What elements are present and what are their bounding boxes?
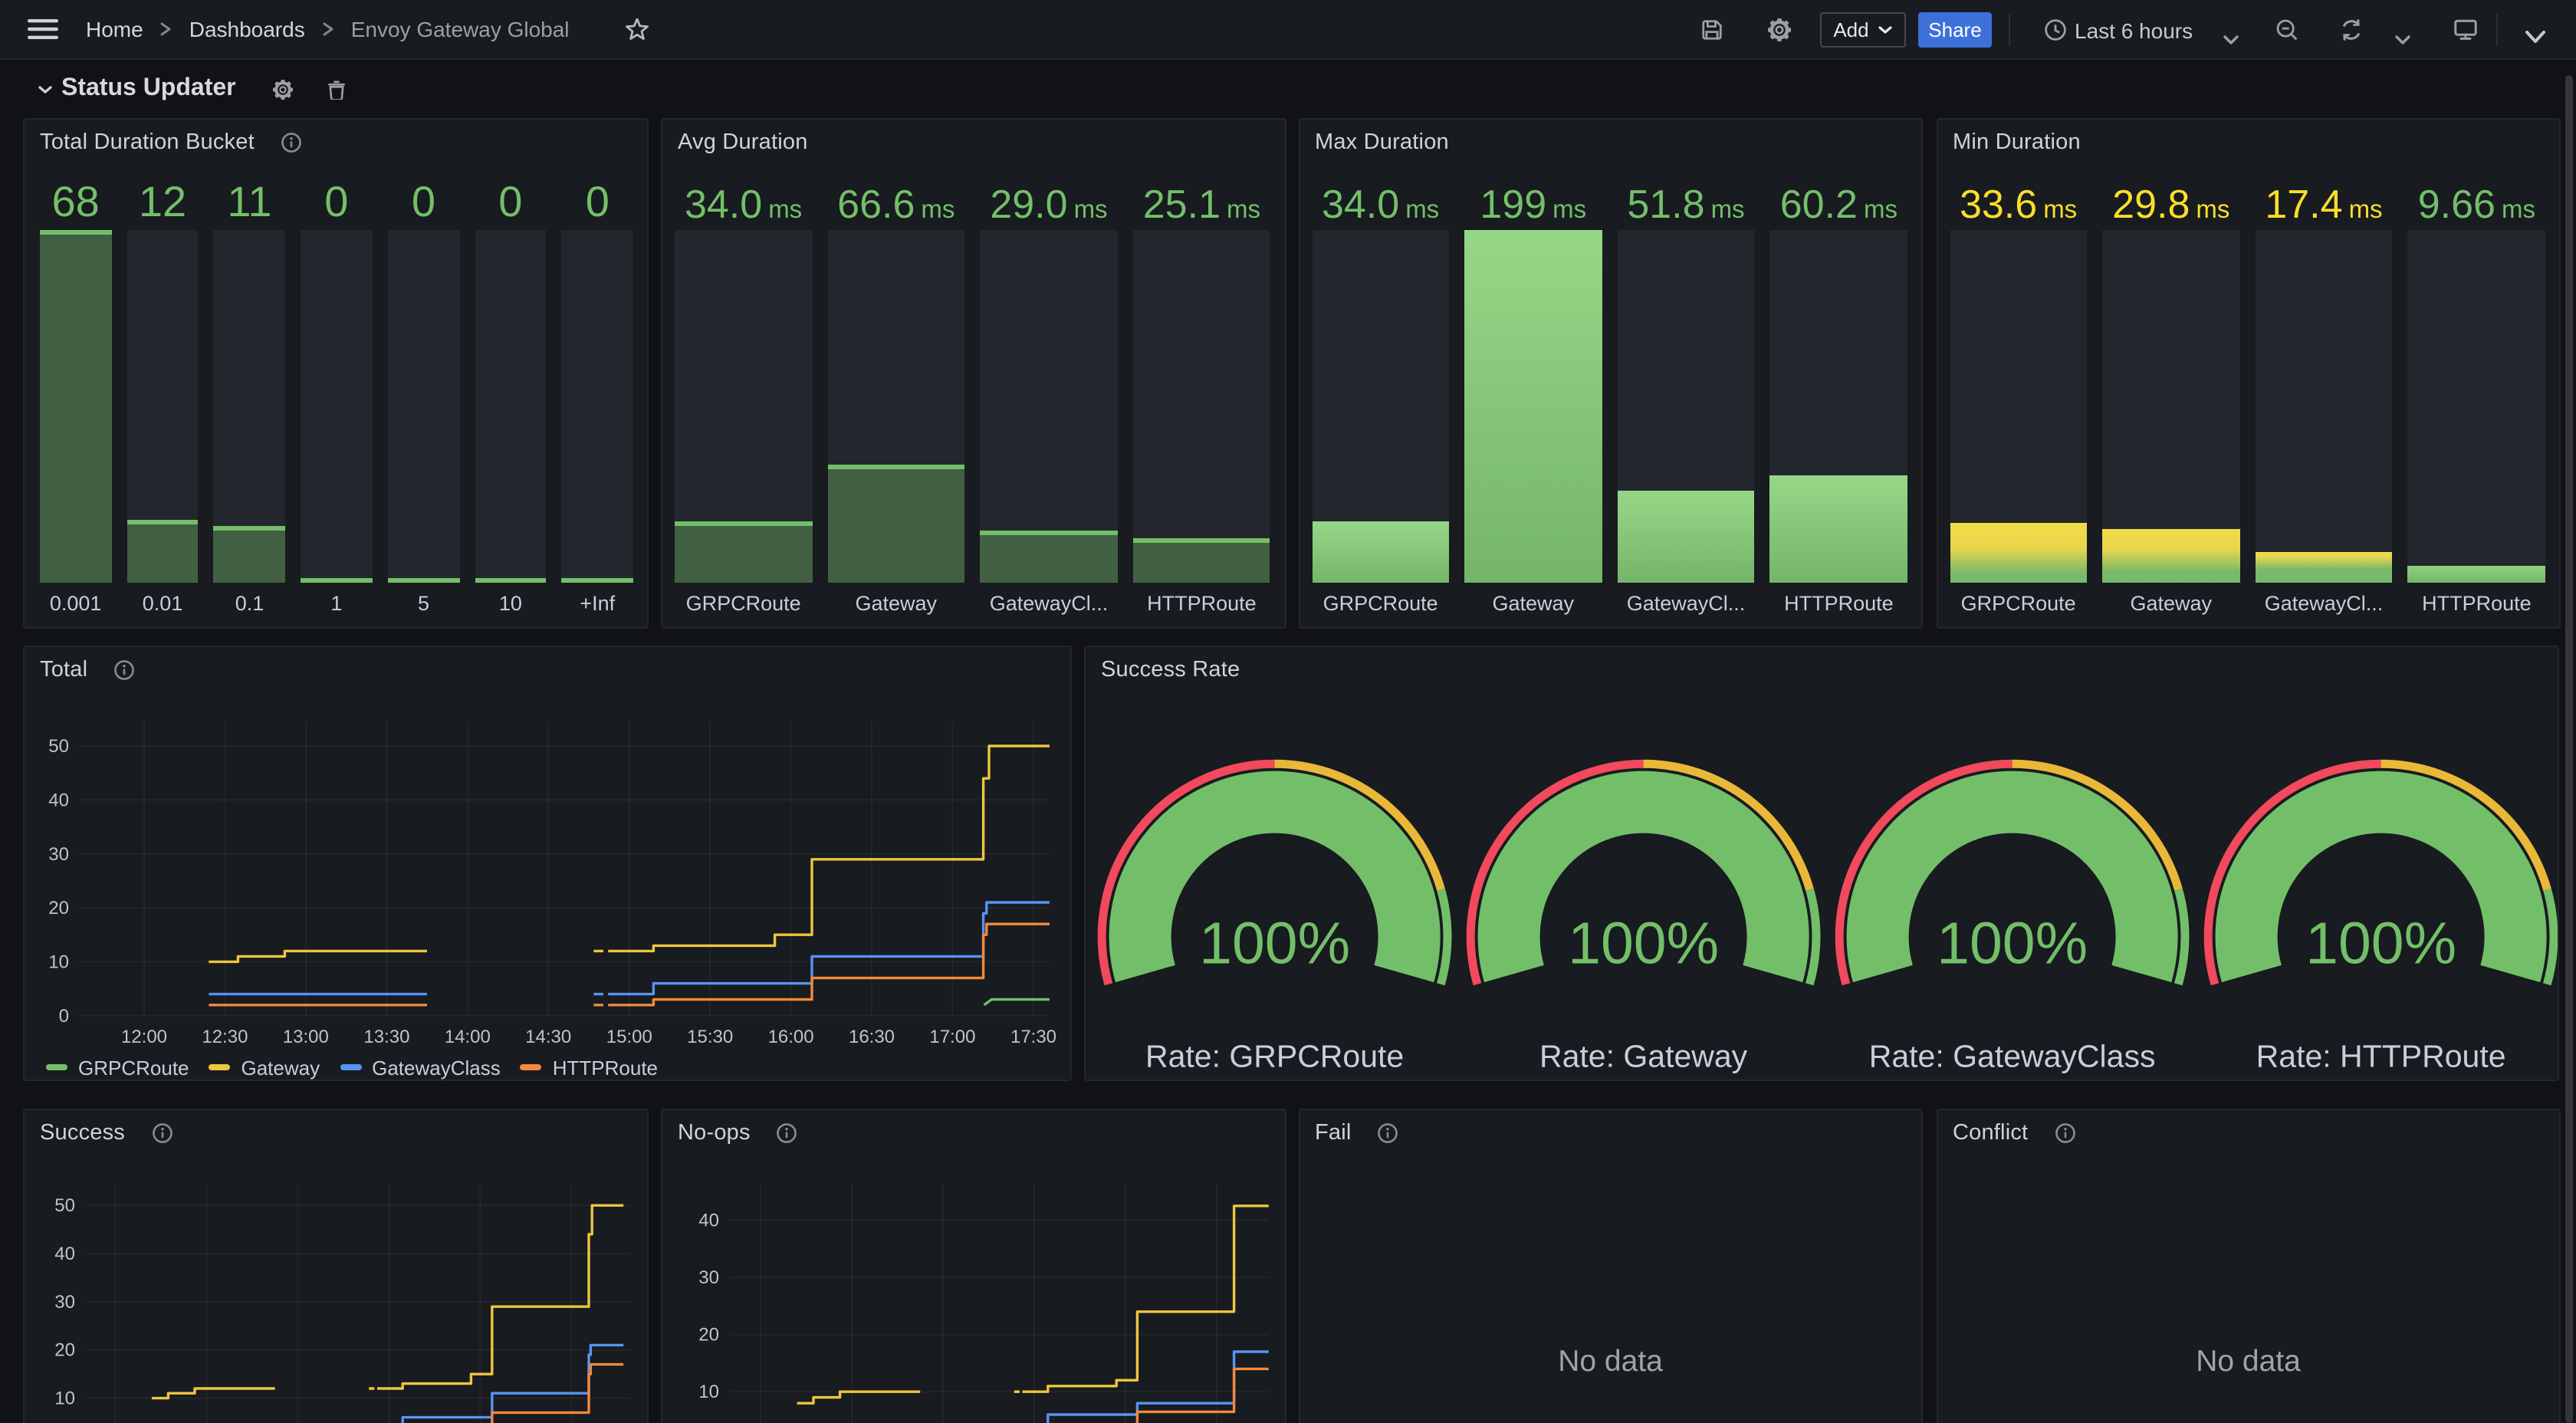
svg-text:20: 20 [54, 1339, 75, 1360]
svg-text:10: 10 [54, 1388, 75, 1408]
svg-text:30: 30 [54, 1291, 75, 1312]
svg-text:Rate: GatewayClass: Rate: GatewayClass [1869, 1038, 2156, 1073]
svg-text:100%: 100% [2305, 910, 2456, 976]
svg-text:10: 10 [48, 951, 69, 971]
svg-text:100%: 100% [1568, 910, 1719, 976]
svg-text:12:00: 12:00 [121, 1026, 167, 1047]
svg-text:13:00: 13:00 [283, 1026, 329, 1047]
svg-text:14:00: 14:00 [445, 1026, 491, 1047]
svg-text:100%: 100% [1937, 910, 2088, 976]
svg-text:17:30: 17:30 [1010, 1026, 1056, 1047]
svg-text:15:00: 15:00 [606, 1026, 652, 1047]
svg-text:10: 10 [698, 1381, 719, 1402]
svg-text:50: 50 [54, 1195, 75, 1215]
svg-text:0: 0 [59, 1005, 69, 1026]
svg-text:12:30: 12:30 [202, 1026, 248, 1047]
svg-text:Rate: HTTPRoute: Rate: HTTPRoute [2256, 1038, 2506, 1073]
svg-text:16:30: 16:30 [849, 1026, 895, 1047]
svg-text:40: 40 [698, 1209, 719, 1230]
svg-text:15:30: 15:30 [687, 1026, 733, 1047]
svg-text:30: 30 [48, 843, 69, 864]
svg-text:17:00: 17:00 [929, 1026, 975, 1047]
svg-text:Rate: GRPCRoute: Rate: GRPCRoute [1145, 1038, 1404, 1073]
svg-text:30: 30 [698, 1267, 719, 1287]
svg-text:20: 20 [698, 1324, 719, 1345]
svg-text:14:30: 14:30 [525, 1026, 571, 1047]
svg-text:13:30: 13:30 [363, 1026, 409, 1047]
svg-text:20: 20 [48, 897, 69, 918]
svg-text:100%: 100% [1199, 910, 1350, 976]
svg-text:Rate: Gateway: Rate: Gateway [1539, 1038, 1748, 1073]
svg-text:40: 40 [48, 789, 69, 810]
svg-text:50: 50 [48, 735, 69, 756]
svg-text:40: 40 [54, 1243, 75, 1264]
svg-text:16:00: 16:00 [768, 1026, 814, 1047]
